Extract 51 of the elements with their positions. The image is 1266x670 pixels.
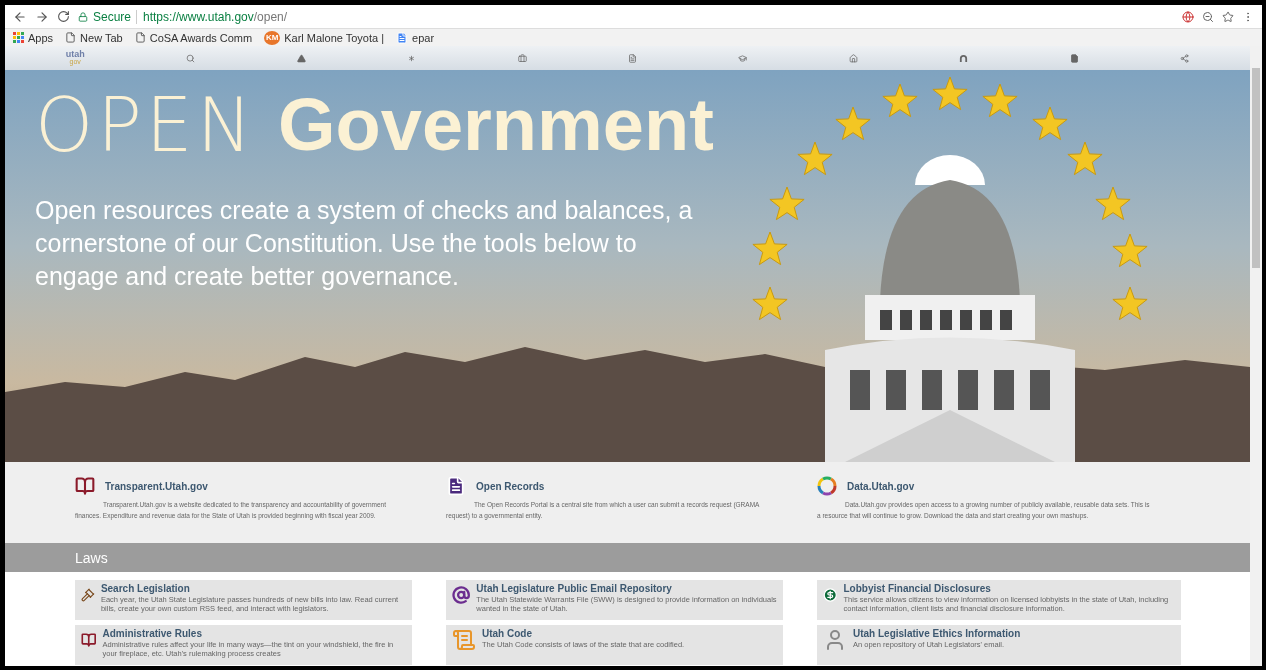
section-title: Laws [75, 549, 108, 566]
back-button[interactable] [13, 9, 27, 24]
share-icon[interactable] [1180, 53, 1190, 63]
zoom-icon[interactable] [1202, 10, 1214, 23]
feature-title[interactable]: Open Records [476, 480, 545, 492]
scroll-icon [452, 628, 476, 652]
card-title: Lobbyist Financial Disclosures [843, 583, 992, 594]
url-host[interactable]: https://www.utah.gov [136, 9, 254, 24]
site-favicon: KM [264, 30, 281, 45]
extension-icon[interactable] [1182, 10, 1194, 23]
lock-icon [78, 11, 88, 22]
file-icon[interactable] [1069, 53, 1079, 63]
page-icon [65, 32, 77, 43]
reload-button[interactable] [57, 10, 70, 23]
card-title: Administrative Rules [102, 628, 203, 639]
document-icon[interactable] [628, 53, 637, 63]
scrollbar-thumb[interactable] [1252, 68, 1260, 268]
graduation-cap-icon[interactable] [738, 53, 748, 63]
at-sign-icon [452, 583, 471, 607]
apps-grid-icon [13, 32, 24, 43]
document-icon [396, 31, 409, 44]
book-icon [75, 476, 95, 496]
hero-title: OPEN Government [35, 88, 715, 162]
forward-button[interactable] [35, 9, 49, 24]
bookmark-item[interactable]: epar [396, 31, 435, 44]
asterisk-icon[interactable] [407, 53, 417, 63]
card-title: Search Legislation [100, 583, 191, 594]
hero-subtitle: Open resources create a system of checks and balances, a cornerstone of our Constitution. Use the tools below to engage and create better governance. [35, 195, 694, 292]
feature-title[interactable]: Transparent.Utah.gov [105, 480, 208, 492]
briefcase-icon[interactable] [517, 53, 527, 63]
card-title: Utah Code [482, 628, 533, 639]
scrollbar[interactable] [1250, 46, 1262, 666]
bookmark-item[interactable]: New Tab [65, 31, 123, 44]
home-icon[interactable] [848, 53, 858, 63]
search-icon[interactable] [186, 53, 196, 63]
logo-text: utah [65, 51, 85, 58]
url-path[interactable]: /open/ [253, 9, 288, 24]
page-icon [134, 32, 146, 43]
ring-icon [817, 476, 837, 496]
bookmark-star-icon[interactable] [1222, 10, 1234, 23]
secure-label: Secure [93, 9, 132, 24]
feature-title[interactable]: Data.Utah.gov [847, 480, 915, 492]
card-title: Utah Legislature Public Email Repository [476, 583, 673, 594]
card-title: Utah Legislative Ethics Information [853, 628, 1021, 639]
document-icon [446, 476, 466, 496]
triangle-icon[interactable] [296, 53, 306, 63]
bookmark-item[interactable]: Apps [13, 31, 54, 44]
bookmark-item[interactable]: KM Karl Malone Toyota | [264, 30, 385, 45]
bookmark-item[interactable]: CoSA Awards Comm [134, 31, 253, 44]
arch-icon[interactable] [959, 53, 969, 63]
resource-card[interactable] [817, 580, 1181, 620]
